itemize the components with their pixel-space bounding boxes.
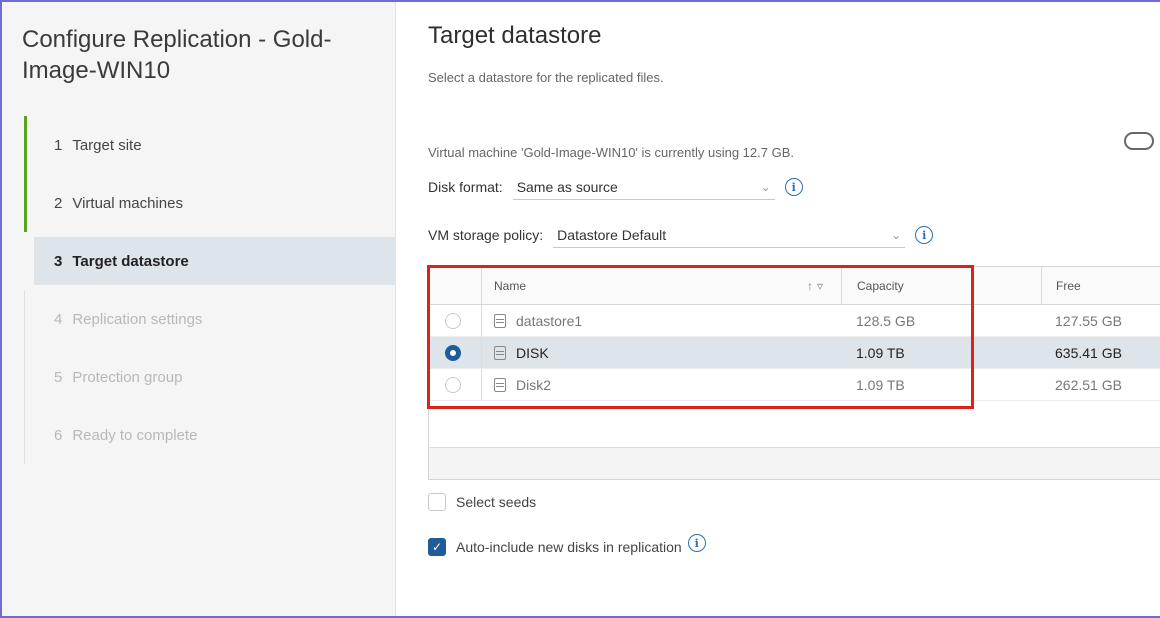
step-target-datastore[interactable]: 3 Target datastore bbox=[34, 237, 396, 285]
usage-text: Virtual machine 'Gold-Image-WIN10' is cu… bbox=[428, 145, 794, 160]
step-label: Replication settings bbox=[72, 310, 203, 328]
datastore-free: 127.55 GB bbox=[1055, 312, 1122, 329]
disk-format-value: Same as source bbox=[516, 178, 618, 195]
info-icon[interactable]: i bbox=[915, 226, 934, 244]
select-seeds-option[interactable]: Select seeds bbox=[428, 493, 536, 511]
step-replication-settings: 4 Replication settings bbox=[22, 290, 396, 348]
info-icon[interactable]: i bbox=[687, 534, 706, 552]
auto-include-label: Auto-include new disks in replication bbox=[456, 539, 682, 555]
select-seeds-checkbox[interactable] bbox=[428, 493, 446, 511]
disk-format-row: Disk format: Same as source ⌄ i bbox=[428, 174, 803, 200]
storage-policy-row: VM storage policy: Datastore Default ⌄ i bbox=[428, 222, 934, 248]
auto-include-option[interactable]: ✓ Auto-include new disks in replication … bbox=[428, 534, 706, 556]
wizard-steps: 1 Target site 2 Virtual machines 3 Targe… bbox=[22, 116, 396, 464]
chevron-down-icon: ⌄ bbox=[891, 227, 902, 242]
select-seeds-label: Select seeds bbox=[456, 494, 537, 510]
free-column-label: Free bbox=[1056, 278, 1081, 293]
step-number: 6 bbox=[54, 426, 63, 444]
storage-policy-value: Datastore Default bbox=[557, 226, 667, 243]
disk-format-label: Disk format: bbox=[428, 179, 503, 195]
datastore-free: 635.41 GB bbox=[1055, 344, 1122, 361]
storage-policy-label: VM storage policy: bbox=[428, 227, 544, 243]
step-label: Target site bbox=[72, 136, 142, 154]
step-label: Virtual machines bbox=[72, 194, 183, 212]
step-virtual-machines[interactable]: 2 Virtual machines bbox=[22, 174, 396, 232]
step-ready-to-complete: 6 Ready to complete bbox=[22, 406, 396, 464]
step-number: 1 bbox=[54, 136, 63, 154]
step-target-site[interactable]: 1 Target site bbox=[22, 116, 396, 174]
grid-footer bbox=[429, 447, 1160, 479]
step-label: Ready to complete bbox=[72, 426, 198, 444]
disk-format-select[interactable]: Same as source ⌄ bbox=[512, 174, 775, 200]
wizard-title: Configure Replication - Gold-Image-WIN10 bbox=[22, 26, 332, 84]
highlight-box bbox=[427, 265, 974, 409]
datastore-free: 262.51 GB bbox=[1055, 376, 1122, 393]
step-number: 3 bbox=[54, 252, 63, 270]
chevron-down-icon: ⌄ bbox=[760, 179, 771, 194]
page-subtitle: Select a datastore for the replicated fi… bbox=[428, 70, 664, 85]
step-number: 2 bbox=[54, 194, 63, 212]
step-protection-group: 5 Protection group bbox=[22, 348, 396, 406]
step-label: Protection group bbox=[72, 368, 183, 386]
free-column-header[interactable]: Free bbox=[1041, 267, 1160, 304]
step-label: Target datastore bbox=[72, 252, 189, 270]
wizard-sidebar: Configure Replication - Gold-Image-WIN10… bbox=[2, 2, 396, 616]
toggle-switch[interactable] bbox=[1124, 132, 1154, 150]
page-title: Target datastore bbox=[428, 22, 602, 49]
auto-include-checkbox[interactable]: ✓ bbox=[428, 538, 446, 556]
info-icon[interactable]: i bbox=[784, 178, 803, 196]
step-number: 4 bbox=[54, 310, 63, 328]
storage-policy-select[interactable]: Datastore Default ⌄ bbox=[553, 222, 906, 248]
step-number: 5 bbox=[54, 368, 63, 386]
